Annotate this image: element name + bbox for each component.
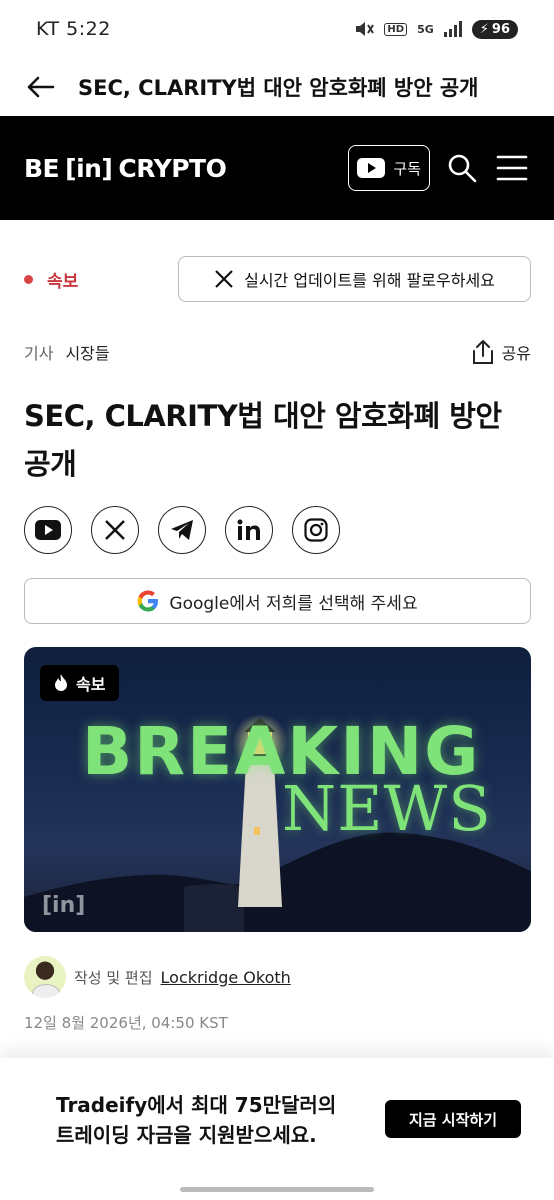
ad-cta-button[interactable]: 지금 시작하기 (385, 1100, 521, 1138)
subscribe-button[interactable]: 구독 (348, 145, 430, 191)
instagram-share-button[interactable] (292, 506, 340, 554)
status-icons: HD 5G ⚡ 96 (354, 19, 518, 39)
telegram-icon (171, 520, 193, 540)
linkedin-icon (237, 519, 260, 540)
x-share-button[interactable] (91, 506, 139, 554)
breaking-text: 속보 (47, 271, 79, 292)
author-prefix: 작성 및 편집 (74, 968, 153, 987)
author-name-link[interactable]: Lockridge Okoth (161, 968, 291, 987)
menu-button[interactable] (494, 150, 530, 186)
instagram-icon (304, 518, 328, 542)
browser-header: SEC, CLARITY법 대안 암호화폐 방안 공개 (0, 58, 554, 116)
breaking-row: 속보 실시간 업데이트를 위해 팔로우하세요 (24, 256, 531, 302)
social-share-row (24, 506, 340, 554)
home-indicator[interactable] (180, 1187, 374, 1192)
linkedin-share-button[interactable] (225, 506, 273, 554)
follow-x-button[interactable]: 실시간 업데이트를 위해 팔로우하세요 (178, 256, 531, 302)
breadcrumb-article[interactable]: 기사 (24, 340, 53, 364)
logo-in: [in] (65, 153, 113, 183)
hamburger-icon (496, 155, 528, 181)
follow-label: 실시간 업데이트를 위해 팔로우하세요 (244, 271, 495, 290)
page-title: SEC, CLARITY법 대안 암호화폐 방안 공개 (78, 76, 479, 100)
5g-icon: 5G (417, 22, 434, 36)
hero-headline-news: NEWS (282, 772, 492, 845)
telegram-share-button[interactable] (158, 506, 206, 554)
breaking-badge: 속보 (40, 665, 120, 701)
hero-image[interactable]: 속보 BREAKING NEWS [in] (24, 647, 531, 932)
youtube-icon (357, 158, 386, 178)
breaking-badge-label: 속보 (76, 675, 106, 694)
logo-be: BE (24, 153, 60, 183)
subscribe-label: 구독 (393, 159, 421, 178)
breaking-label: 속보 (24, 267, 78, 292)
carrier-time: KT 5:22 (36, 18, 111, 40)
signal-icon (443, 21, 462, 37)
google-icon (137, 590, 159, 612)
author-row: 작성 및 편집 Lockridge Okoth (24, 956, 291, 998)
google-label: Google에서 저희를 선택해 주세요 (169, 593, 418, 614)
status-bar: KT 5:22 HD 5G ⚡ 96 (0, 0, 554, 58)
breadcrumb-markets[interactable]: 시장들 (65, 340, 109, 364)
share-icon (472, 340, 493, 364)
mute-icon (354, 20, 375, 38)
site-nav: BE [in] CRYPTO 구독 (0, 116, 554, 220)
publish-date: 12일 8월 2026년, 04:50 KST (24, 1014, 228, 1032)
x-icon (105, 520, 125, 540)
live-dot (24, 274, 33, 284)
fire-icon (55, 674, 67, 691)
hero-watermark: [in] (42, 893, 86, 918)
ad-text: Tradeify에서 최대 75만달러의 트레이딩 자금을 지원받으세요. (56, 1093, 337, 1147)
back-button[interactable] (24, 71, 56, 103)
arrow-left-icon (27, 76, 55, 98)
article-title: SEC, CLARITY법 대안 암호화폐 방안 공개 (24, 399, 502, 481)
battery-indicator: ⚡ 96 (471, 19, 518, 39)
youtube-share-button[interactable] (24, 506, 72, 554)
x-icon (215, 270, 233, 288)
logo-crypto: CRYPTO (118, 153, 227, 183)
breadcrumb: 기사 시장들 (24, 340, 110, 364)
share-label: 공유 (501, 344, 531, 363)
search-icon (448, 154, 477, 183)
ad-banner: Tradeify에서 최대 75만달러의 트레이딩 자금을 지원받으세요. 지금… (0, 1058, 554, 1200)
share-button[interactable]: 공유 (472, 339, 531, 365)
category-row: 기사 시장들 공유 (24, 336, 531, 368)
author-avatar[interactable] (24, 956, 66, 998)
hd-icon: HD (384, 22, 408, 36)
search-button[interactable] (444, 150, 480, 186)
nav-actions: 구독 (348, 145, 530, 191)
youtube-icon (35, 520, 61, 540)
battery-level: 96 (491, 21, 510, 37)
google-preferred-source-button[interactable]: Google에서 저희를 선택해 주세요 (24, 578, 531, 624)
charging-icon: ⚡ (479, 21, 489, 37)
site-logo[interactable]: BE [in] CRYPTO (24, 153, 227, 183)
